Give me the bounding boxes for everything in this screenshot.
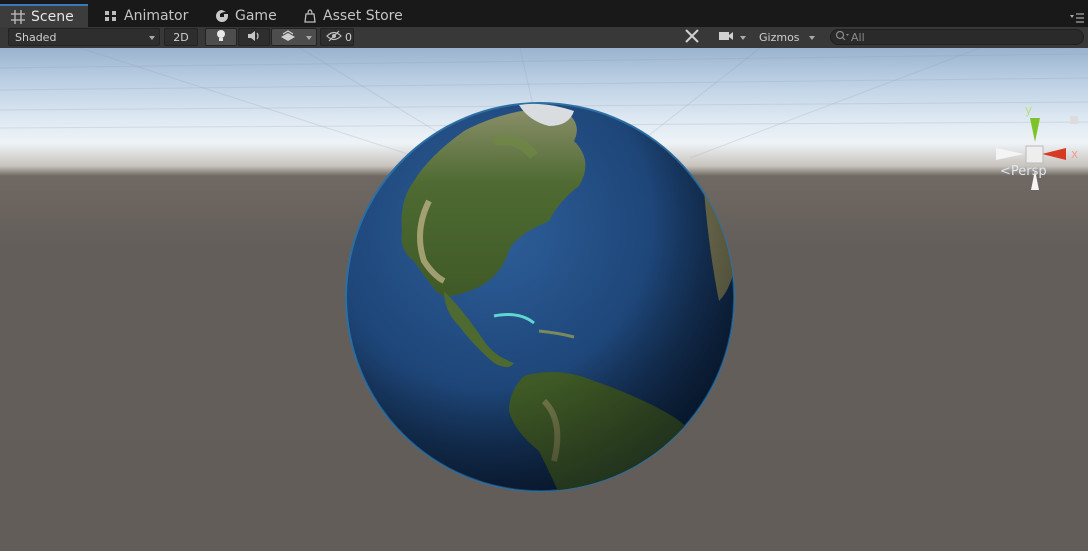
projection-label: Persp xyxy=(1010,164,1047,179)
tab-asset-store-label: Asset Store xyxy=(323,7,403,24)
effects-dropdown[interactable] xyxy=(271,28,317,46)
grid-icon xyxy=(10,9,26,25)
tab-game-label: Game xyxy=(235,7,277,24)
tab-scene[interactable]: Scene xyxy=(0,4,88,27)
chevron-down-icon xyxy=(149,36,155,40)
tab-menu-icon[interactable] xyxy=(1070,9,1084,23)
effects-icon xyxy=(280,29,296,46)
toggle-2d-label: 2D xyxy=(173,30,189,44)
draw-mode-label: Shaded xyxy=(15,30,57,44)
earth-globe xyxy=(345,102,735,492)
scene-toolbar: Shaded 2D 0 Gizmos All xyxy=(0,27,1088,49)
tools-icon xyxy=(684,28,700,47)
search-field[interactable]: All xyxy=(830,29,1084,45)
chevron-left-icon: < xyxy=(1000,164,1011,179)
chevron-down-icon xyxy=(740,36,746,40)
audio-toggle[interactable] xyxy=(238,28,270,46)
hidden-objects-toggle[interactable]: 0 xyxy=(320,28,354,46)
scene-viewport[interactable]: y x <Persp xyxy=(0,48,1088,551)
tab-animator-label: Animator xyxy=(124,7,189,24)
chevron-down-icon xyxy=(306,36,312,40)
camera-dropdown[interactable] xyxy=(711,28,751,46)
store-icon xyxy=(302,8,318,24)
game-icon xyxy=(214,8,230,24)
tab-animator[interactable]: Animator xyxy=(103,4,188,27)
animator-icon xyxy=(103,8,119,24)
tools-button[interactable] xyxy=(679,28,705,46)
lighting-toggle[interactable] xyxy=(205,28,237,46)
lock-toggle-icon[interactable] xyxy=(1070,116,1078,124)
camera-icon xyxy=(718,30,734,45)
search-placeholder: All xyxy=(851,30,865,44)
speaker-icon xyxy=(247,30,261,45)
search-icon xyxy=(835,30,849,44)
gizmo-y-label: y xyxy=(1025,103,1032,117)
gizmo-x-label: x xyxy=(1071,147,1078,161)
hidden-count: 0 xyxy=(345,30,352,44)
gizmos-label: Gizmos xyxy=(759,30,800,44)
toggle-2d-button[interactable]: 2D xyxy=(164,28,198,46)
tab-asset-store[interactable]: Asset Store xyxy=(302,4,403,27)
light-bulb-icon xyxy=(215,29,227,46)
draw-mode-dropdown[interactable]: Shaded xyxy=(8,28,160,46)
window-tab-bar: Scene Animator Game Asset Store xyxy=(0,0,1088,27)
projection-toggle[interactable]: <Persp xyxy=(1000,164,1047,179)
chevron-down-icon xyxy=(809,36,815,40)
eye-slash-icon xyxy=(326,30,342,45)
gizmos-dropdown[interactable]: Gizmos xyxy=(754,28,820,46)
tab-scene-label: Scene xyxy=(31,8,74,25)
tab-game[interactable]: Game xyxy=(214,4,277,27)
